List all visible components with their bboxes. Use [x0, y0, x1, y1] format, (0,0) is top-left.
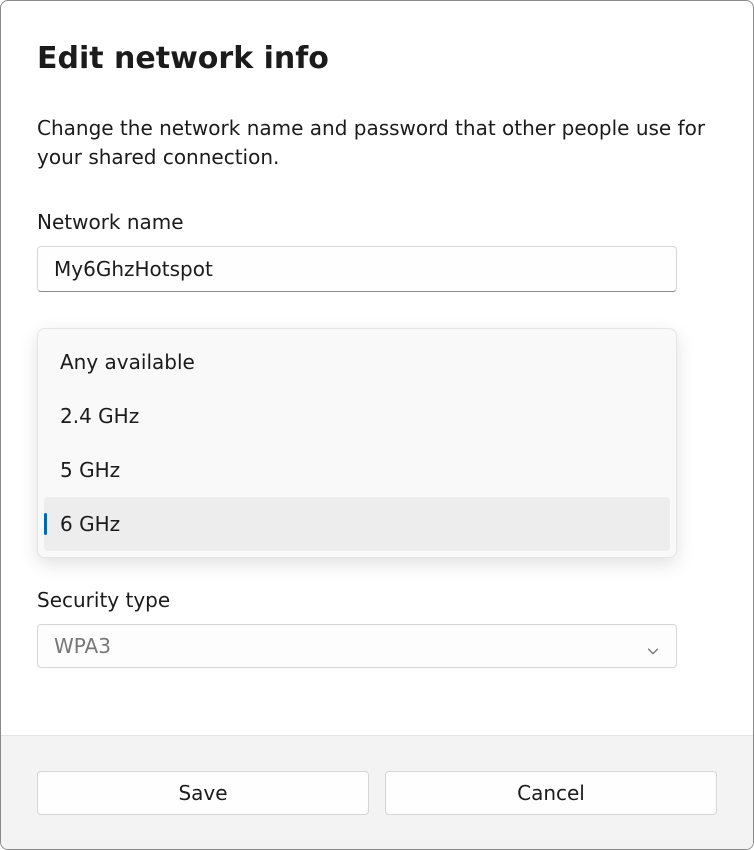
dialog-title: Edit network info	[37, 41, 717, 76]
band-option-6ghz[interactable]: 6 GHz	[44, 497, 670, 551]
save-button[interactable]: Save	[37, 771, 369, 815]
network-name-field: Network name	[37, 210, 717, 292]
chevron-down-icon	[646, 639, 660, 653]
edit-network-dialog: Edit network info Change the network nam…	[0, 0, 754, 850]
dialog-footer: Save Cancel	[1, 735, 753, 849]
security-type-label: Security type	[37, 588, 717, 612]
band-option-2-4ghz[interactable]: 2.4 GHz	[44, 389, 670, 443]
security-type-value: WPA3	[54, 634, 111, 658]
band-option-label: 6 GHz	[60, 512, 120, 536]
network-band-dropdown[interactable]: Any available 2.4 GHz 5 GHz 6 GHz	[37, 328, 677, 558]
band-option-label: Any available	[60, 350, 195, 374]
band-option-5ghz[interactable]: 5 GHz	[44, 443, 670, 497]
network-name-label: Network name	[37, 210, 717, 234]
band-option-label: 2.4 GHz	[60, 404, 139, 428]
security-type-field: Security type WPA3	[37, 588, 717, 668]
security-type-combo[interactable]: WPA3	[37, 624, 677, 668]
dialog-content: Edit network info Change the network nam…	[1, 1, 753, 735]
dialog-description: Change the network name and password tha…	[37, 114, 717, 172]
band-option-any-available[interactable]: Any available	[44, 335, 670, 389]
network-name-input[interactable]	[37, 246, 677, 292]
cancel-button[interactable]: Cancel	[385, 771, 717, 815]
band-option-label: 5 GHz	[60, 458, 120, 482]
